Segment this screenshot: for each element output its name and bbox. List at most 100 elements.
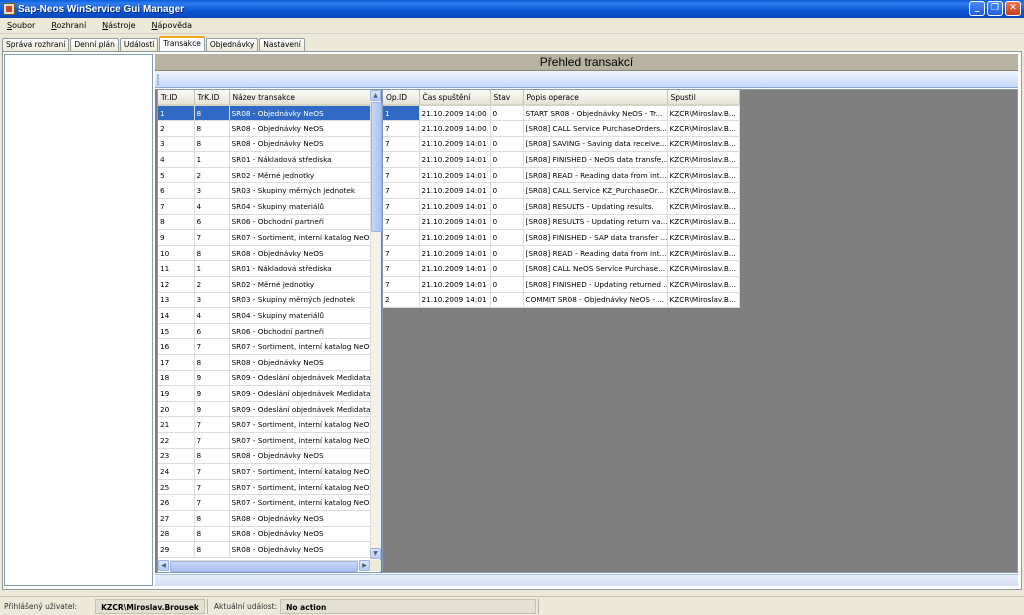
table-row[interactable]: 7 21.10.2009 14:00 0 [SR08] CALL Service Pu… [383, 120, 740, 137]
table-row[interactable]: 23 8 SR08 - Objednávky NeOS [158, 448, 372, 465]
table-row[interactable]: 16 7 SR07 - Sortiment, interní katalog NeO… [158, 338, 372, 355]
table-cell: 0 [490, 105, 524, 122]
grip-icon[interactable] [157, 74, 159, 85]
table-row[interactable]: 7 21.10.2009 14:01 0 [SR08] FINISHED - NeOS… [383, 151, 740, 168]
menu-napoveda[interactable]: Nápověda [149, 20, 196, 31]
table-row[interactable]: 3 8 SR08 - Objednávky NeOS [158, 136, 372, 153]
table-row[interactable]: 8 6 SR06 - Obchodní partneři [158, 214, 372, 231]
table-cell: [SR08] READ - Reading data from int... [523, 167, 668, 184]
table-row[interactable]: 7 21.10.2009 14:01 0 [SR08] READ - Reading … [383, 245, 740, 262]
menu-nastroje[interactable]: Nástroje [99, 20, 138, 31]
table-row[interactable]: 12 2 SR02 - Měrné jednotky [158, 276, 372, 293]
operations-grid[interactable]: Op.ID Čas spuštění Stav Popis operace Sp… [382, 89, 1018, 573]
table-row[interactable]: 7 21.10.2009 14:01 0 [SR08] SAVING - Saving… [383, 136, 740, 153]
tab-sprava-rozhrani[interactable]: Správa rozhraní [2, 38, 70, 51]
table-row[interactable]: 7 21.10.2009 14:01 0 [SR08] CALL NeOS Servi… [383, 260, 740, 278]
table-row[interactable]: 13 3 SR03 - Skupiny měrných jednotek [158, 292, 372, 309]
table-cell: 11 [158, 260, 195, 278]
table-cell: KZCR\Miroslav.B... [667, 276, 740, 293]
transactions-body: 1 8 SR08 - Objednávky NeOS 2 8 SR08 - Objedná… [158, 105, 372, 558]
table-row[interactable]: 11 1 SR01 - Nákladová střediska [158, 260, 372, 278]
table-cell: KZCR\Miroslav.B... [667, 182, 740, 200]
table-row[interactable]: 27 8 SR08 - Objednávky NeOS [158, 510, 372, 527]
table-cell: 21.10.2009 14:01 [419, 198, 491, 215]
table-row[interactable]: 26 7 SR07 - Sortiment, interní katalog NeO… [158, 494, 372, 511]
table-cell: SR03 - Skupiny měrných jednotek [229, 182, 372, 200]
table-row[interactable]: 9 7 SR07 - Sortiment, interní katalog NeOS [158, 229, 372, 246]
maximize-icon[interactable]: ❐ [987, 1, 1003, 16]
menu-soubor[interactable]: Soubor [4, 20, 38, 31]
table-cell: 21.10.2009 14:01 [419, 136, 491, 153]
transactions-grid[interactable]: Tr.ID TrK.ID Název transakce 1 8 SR08 - Ob… [157, 89, 381, 573]
table-row[interactable]: 17 8 SR08 - Objednávky NeOS [158, 354, 372, 371]
tab-nastaveni[interactable]: Nastavení [259, 38, 305, 51]
column-header[interactable]: Op.ID [383, 90, 420, 106]
table-row[interactable]: 21 7 SR07 - Sortiment, interní katalog NeO… [158, 416, 372, 433]
table-row[interactable]: 1 21.10.2009 14:00 0 START SR08 - Objednávk… [383, 105, 740, 122]
scroll-up-icon[interactable]: ▲ [370, 90, 381, 101]
tab-objednavky[interactable]: Objednávky [205, 38, 259, 51]
table-row[interactable]: 22 7 SR07 - Sortiment, interní katalog NeO… [158, 432, 372, 449]
column-header[interactable]: Tr.ID [158, 90, 195, 106]
table-row[interactable]: 10 8 SR08 - Objednávky NeOS [158, 245, 372, 262]
scroll-right-icon[interactable]: ▶ [359, 560, 370, 571]
table-row[interactable]: 4 1 SR01 - Nákladová střediska [158, 151, 372, 168]
column-header[interactable]: Čas spuštění [419, 90, 491, 106]
scroll-thumb[interactable] [371, 102, 382, 232]
column-header[interactable]: Popis operace [523, 90, 668, 106]
table-cell: SR08 - Objednávky NeOS [229, 120, 372, 137]
column-header[interactable]: Stav [490, 90, 524, 106]
table-row[interactable]: 18 9 SR09 - Odeslání objednávek Medidata [158, 370, 372, 387]
table-cell: [SR08] SAVING - Saving data receive... [523, 136, 668, 153]
vertical-scrollbar[interactable]: ▲ ▼ [370, 90, 382, 559]
column-header[interactable]: Spustil [667, 90, 740, 106]
table-cell: KZCR\Miroslav.B... [667, 292, 740, 309]
table-cell: SR07 - Sortiment, interní katalog NeOS [229, 479, 372, 496]
table-row[interactable]: 20 9 SR09 - Odeslání objednávek Medidata [158, 401, 372, 418]
tab-transakce[interactable]: Transakce [159, 36, 205, 51]
hscroll-thumb[interactable] [170, 561, 358, 572]
table-row[interactable]: 7 21.10.2009 14:01 0 [SR08] RESULTS - Updat… [383, 198, 740, 215]
minimize-icon[interactable]: _ [969, 1, 985, 16]
header-band: Přehled transakcí [155, 54, 1018, 71]
table-cell: [SR08] FINISHED - NeOS data transfe... [523, 151, 668, 168]
table-row[interactable]: 5 2 SR02 - Měrné jednotky [158, 167, 372, 184]
table-row[interactable]: 7 4 SR04 - Skupiny materiálů [158, 198, 372, 215]
table-row[interactable]: 15 6 SR06 - Obchodní partneři [158, 323, 372, 340]
table-row[interactable]: 1 8 SR08 - Objednávky NeOS [158, 105, 372, 122]
table-cell: SR08 - Objednávky NeOS [229, 136, 372, 153]
table-cell: 14 [158, 307, 195, 324]
table-row[interactable]: 2 21.10.2009 14:01 0 COMMIT SR08 - Objednáv… [383, 292, 740, 309]
table-row[interactable]: 7 21.10.2009 14:01 0 [SR08] FINISHED - SAP … [383, 229, 740, 246]
table-row[interactable]: 29 8 SR08 - Objednávky NeOS [158, 541, 372, 558]
table-row[interactable]: 7 21.10.2009 14:01 0 [SR08] READ - Reading … [383, 167, 740, 184]
table-row[interactable]: 14 4 SR04 - Skupiny materiálů [158, 307, 372, 324]
menu-rozhrani[interactable]: Rozhraní [48, 20, 89, 31]
table-row[interactable]: 25 7 SR07 - Sortiment, interní katalog NeO… [158, 479, 372, 496]
table-row[interactable]: 19 9 SR09 - Odeslání objednávek Medidata [158, 385, 372, 402]
column-header[interactable]: TrK.ID [194, 90, 230, 106]
table-row[interactable]: 7 21.10.2009 14:01 0 [SR08] FINISHED - Upda… [383, 276, 740, 293]
table-row[interactable]: 2 8 SR08 - Objednávky NeOS [158, 120, 372, 137]
table-cell: 15 [158, 323, 195, 340]
scroll-down-icon[interactable]: ▼ [370, 548, 381, 559]
tab-denni-plan[interactable]: Denní plán [70, 38, 119, 51]
scroll-left-icon[interactable]: ◀ [158, 560, 169, 571]
table-row[interactable]: 28 8 SR08 - Objednávky NeOS [158, 526, 372, 543]
horizontal-scrollbar[interactable]: ◀ ▶ [158, 560, 370, 572]
tab-udalosti[interactable]: Události [119, 38, 159, 51]
status-event-label: Aktuální událost: [213, 601, 278, 611]
close-icon[interactable]: ✕ [1005, 1, 1021, 16]
table-cell: 10 [158, 245, 195, 262]
table-cell: 0 [490, 245, 524, 262]
table-row[interactable]: 7 21.10.2009 14:01 0 [SR08] CALL Service KZ… [383, 182, 740, 200]
table-row[interactable]: 24 7 SR07 - Sortiment, interní katalog NeO… [158, 463, 372, 480]
table-row[interactable]: 6 3 SR03 - Skupiny měrných jednotek [158, 182, 372, 200]
toolstrip [155, 71, 1018, 88]
left-navigation-panel[interactable] [4, 54, 153, 586]
app-icon [3, 3, 15, 15]
transactions-table: Tr.ID TrK.ID Název transakce 1 8 SR08 - Ob… [158, 90, 372, 558]
table-row[interactable]: 7 21.10.2009 14:01 0 [SR08] RESULTS - Updat… [383, 214, 740, 231]
column-header[interactable]: Název transakce [229, 90, 372, 106]
status-bar: Přihlášený uživatel: KZCR\Miroslav.Brous… [0, 596, 1024, 615]
